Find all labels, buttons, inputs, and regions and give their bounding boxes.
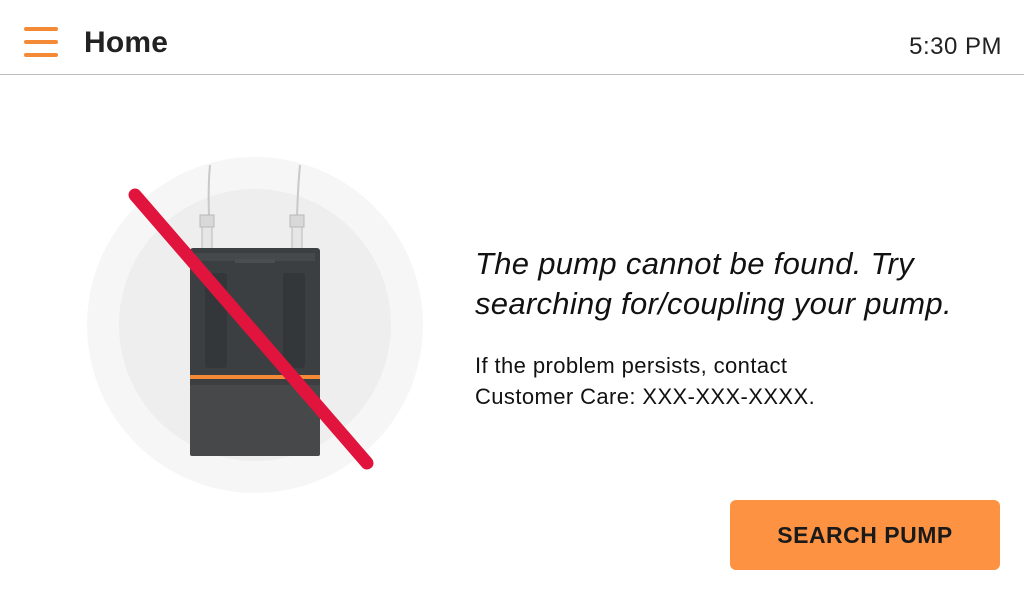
clock-time: 5:30 PM	[909, 33, 1002, 60]
error-details-line-1: If the problem persists, contact	[475, 353, 788, 378]
pump-not-found-illustration	[85, 155, 425, 495]
top-bar: Home 5:30 PM	[0, 0, 1024, 75]
error-details: If the problem persists, contact Custome…	[475, 350, 975, 412]
error-title: The pump cannot be found. Try searching …	[475, 246, 952, 321]
search-pump-button[interactable]: SEARCH PUMP	[730, 500, 1000, 570]
page-title: Home	[84, 26, 169, 59]
pump-not-found-icon	[87, 157, 423, 493]
hamburger-menu-icon[interactable]	[22, 25, 60, 59]
error-details-line-2: Customer Care: XXX-XXX-XXXX.	[475, 384, 816, 409]
